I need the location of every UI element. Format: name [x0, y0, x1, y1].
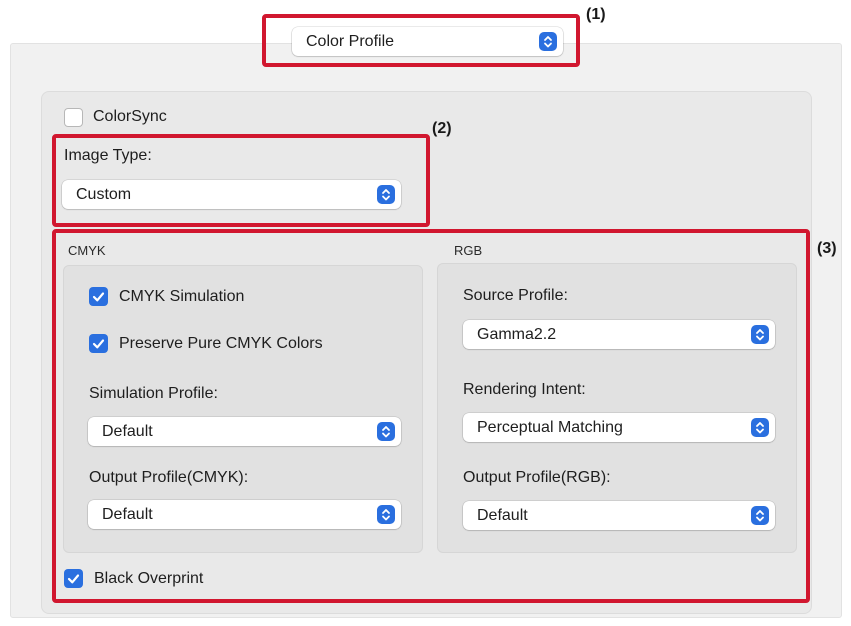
callout-marker-3: (3): [817, 240, 837, 257]
highlight-box-1: [262, 14, 580, 67]
highlight-box-3: [52, 229, 810, 603]
colorsync-label: ColorSync: [93, 108, 167, 125]
highlight-box-2: [52, 134, 430, 227]
colorsync-checkbox[interactable]: [64, 108, 83, 127]
callout-marker-2: (2): [432, 120, 452, 137]
callout-marker-1: (1): [586, 6, 606, 23]
